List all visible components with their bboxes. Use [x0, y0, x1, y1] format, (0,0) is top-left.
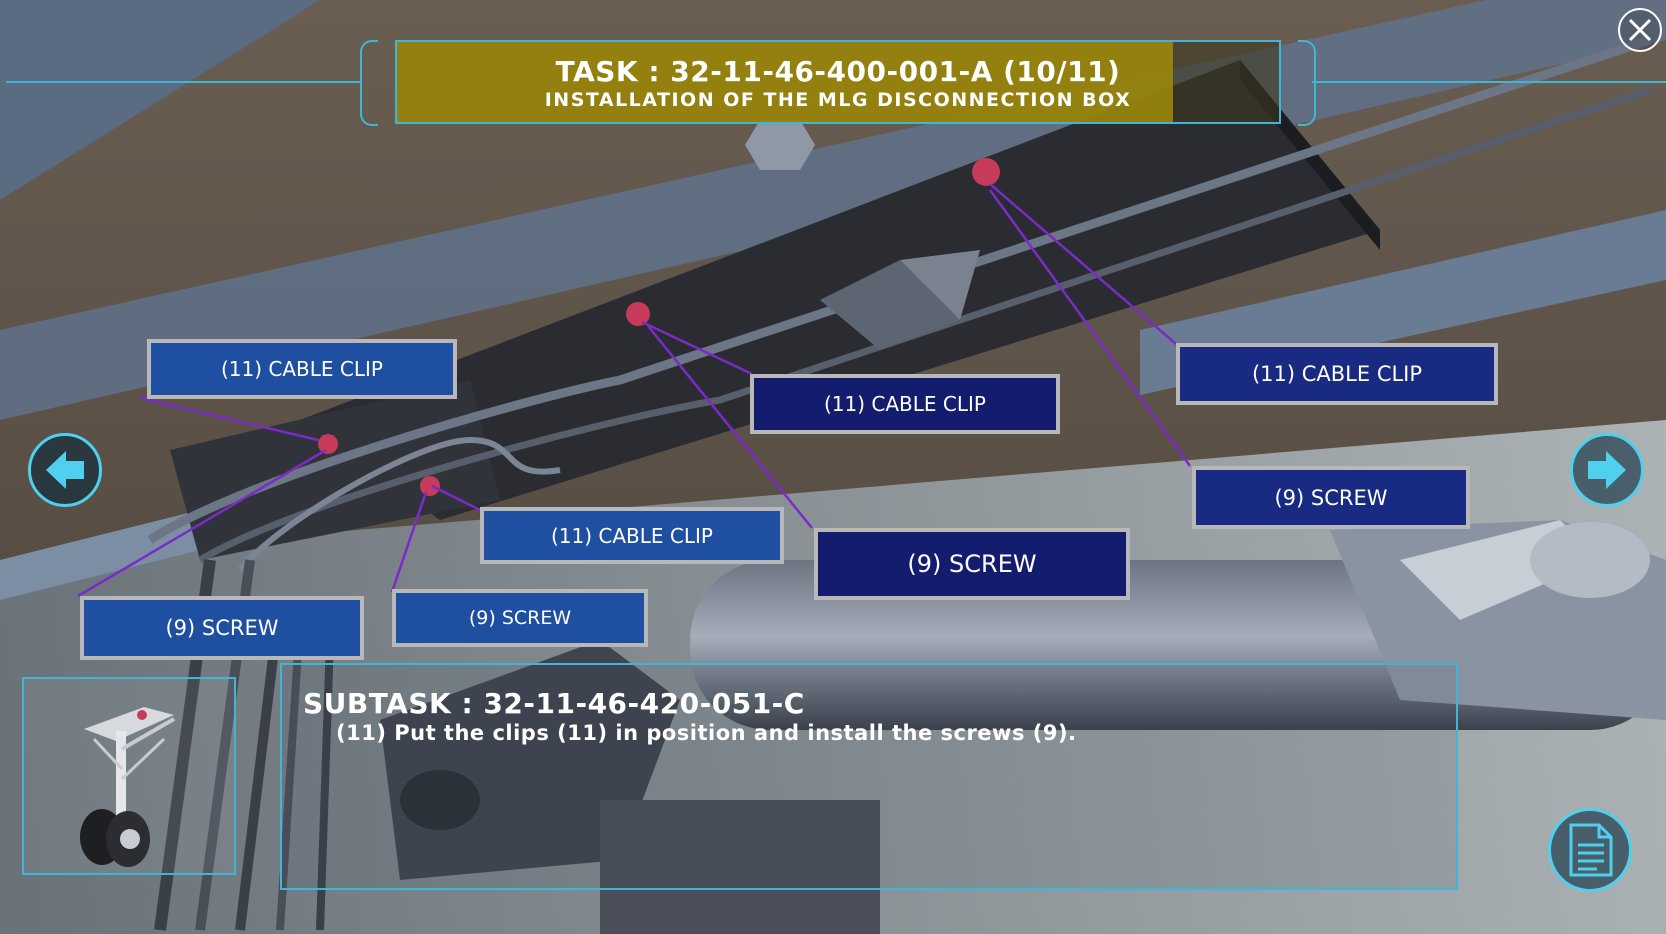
subtask-instruction: (11) Put the clips (11) in position and … — [336, 721, 1077, 745]
label-cable-clip[interactable]: (11) CABLE CLIP — [480, 507, 784, 564]
arrow-right-icon — [1588, 451, 1626, 489]
label-cable-clip[interactable]: (11) CABLE CLIP — [1176, 343, 1498, 405]
label-screw-text: (9) SCREW — [907, 550, 1037, 578]
task-header: TASK : 32-11-46-400-001-A (10/11) INSTAL… — [395, 40, 1281, 124]
label-cable-clip-text: (11) CABLE CLIP — [551, 523, 713, 548]
header-line-right — [1312, 81, 1666, 83]
task-subtitle: INSTALLATION OF THE MLG DISCONNECTION BO… — [544, 89, 1132, 111]
header-line-left — [6, 81, 360, 83]
document-icon — [1569, 823, 1613, 877]
landing-gear-preview-image — [80, 707, 175, 867]
label-screw[interactable]: (9) SCREW — [80, 596, 364, 660]
previous-step-button[interactable] — [28, 433, 102, 507]
label-screw-text: (9) SCREW — [1274, 485, 1388, 510]
label-screw-text: (9) SCREW — [165, 616, 279, 640]
close-icon — [1628, 18, 1652, 42]
label-screw[interactable]: (9) SCREW — [814, 528, 1130, 600]
header-bracket-right — [1298, 40, 1316, 126]
label-screw[interactable]: (9) SCREW — [392, 589, 648, 647]
next-step-button[interactable] — [1570, 433, 1644, 507]
label-screw-text: (9) SCREW — [468, 607, 572, 629]
label-screw[interactable]: (9) SCREW — [1192, 466, 1470, 529]
label-cable-clip-text: (11) CABLE CLIP — [1251, 362, 1423, 386]
label-cable-clip-text: (11) CABLE CLIP — [221, 357, 383, 381]
label-cable-clip[interactable]: (11) CABLE CLIP — [750, 374, 1060, 434]
arrow-left-icon — [46, 451, 84, 489]
document-button[interactable] — [1548, 808, 1632, 892]
task-title: TASK : 32-11-46-400-001-A (10/11) — [555, 55, 1121, 88]
label-cable-clip-text: (11) CABLE CLIP — [824, 392, 986, 416]
label-cable-clip[interactable]: (11) CABLE CLIP — [147, 339, 457, 399]
landing-gear-thumbnail[interactable] — [22, 677, 236, 875]
header-bracket-left — [360, 40, 378, 126]
subtask-title: SUBTASK : 32-11-46-420-051-C — [303, 687, 805, 720]
subtask-panel: SUBTASK : 32-11-46-420-051-C (11) Put th… — [280, 663, 1458, 890]
close-button[interactable] — [1618, 8, 1662, 52]
